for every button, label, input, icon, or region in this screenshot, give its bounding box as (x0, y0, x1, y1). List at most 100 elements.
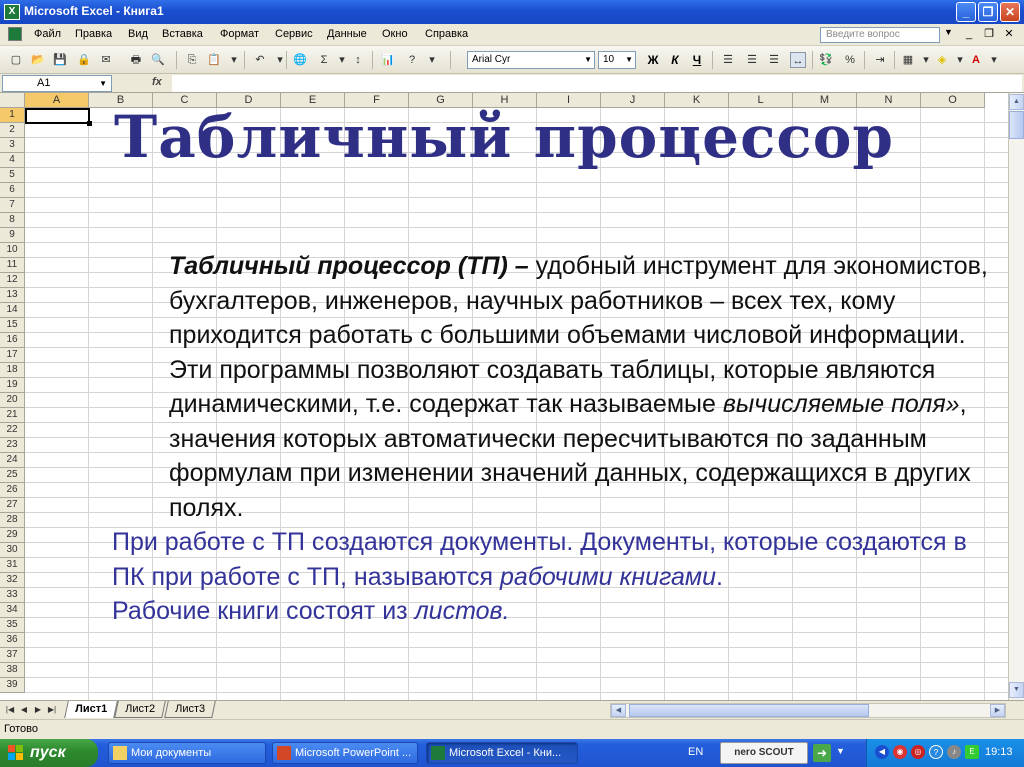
row-header[interactable]: 35 (0, 618, 25, 633)
row-header[interactable]: 28 (0, 513, 25, 528)
row-header[interactable]: 34 (0, 603, 25, 618)
row-header[interactable]: 26 (0, 483, 25, 498)
row-header[interactable]: 20 (0, 393, 25, 408)
workbook-restore-button[interactable]: ❐ (980, 26, 998, 43)
chevron-down-icon[interactable]: ▼ (836, 746, 845, 756)
print-icon[interactable]: 🖶 (128, 52, 144, 68)
chart-wizard-icon[interactable]: 📊 (380, 52, 396, 68)
insert-function-icon[interactable]: fx (152, 76, 162, 88)
scroll-thumb[interactable] (1009, 111, 1024, 139)
merge-center-icon[interactable]: ↔ (790, 52, 806, 68)
scroll-down-icon[interactable]: ▼ (1009, 682, 1024, 698)
row-header[interactable]: 14 (0, 303, 25, 318)
menu-file[interactable]: Файл (34, 28, 61, 40)
row-header[interactable]: 9 (0, 228, 25, 243)
worksheet[interactable]: ABCDEFGHIJKLMNO 1 2 3 4 5 6 7 8 9 10 11 12 13 14 15 16 1… (0, 93, 1008, 700)
font-size-select[interactable]: 10 ▼ (598, 51, 636, 69)
name-box[interactable]: A1 ▼ (2, 75, 112, 92)
row-header[interactable]: 29 (0, 528, 25, 543)
chevron-down-icon[interactable]: ▼ (584, 52, 592, 68)
workbook-icon[interactable] (8, 27, 22, 41)
increase-indent-icon[interactable]: ⇥ (872, 52, 888, 68)
row-header[interactable]: 21 (0, 408, 25, 423)
start-button[interactable]: пуск (0, 739, 98, 767)
underline-button[interactable]: Ч (688, 51, 706, 69)
row-header[interactable]: 13 (0, 288, 25, 303)
borders-icon[interactable]: ▦ (900, 52, 916, 68)
chevron-down-icon[interactable]: ▾ (226, 52, 242, 68)
row-header[interactable]: 25 (0, 468, 25, 483)
sheet-tab-3[interactable]: Лист3 (164, 701, 216, 718)
next-sheet-icon[interactable]: ▶ (32, 704, 44, 716)
scroll-up-icon[interactable]: ▲ (1009, 94, 1024, 110)
fill-color-icon[interactable]: ◈ (934, 52, 950, 68)
antivirus-icon[interactable]: ◉ (893, 745, 907, 759)
row-header[interactable]: 22 (0, 423, 25, 438)
task-powerpoint[interactable]: Microsoft PowerPoint ... (272, 742, 418, 764)
row-header[interactable]: 6 (0, 183, 25, 198)
menu-format[interactable]: Формат (220, 28, 259, 40)
row-header[interactable]: 31 (0, 558, 25, 573)
menu-window[interactable]: Окно (382, 28, 408, 40)
nero-scout-search[interactable]: nero SCOUT (720, 742, 808, 764)
scroll-left-icon[interactable]: ◀ (611, 704, 626, 717)
scroll-thumb[interactable] (629, 704, 869, 717)
print-preview-icon[interactable]: 🔍 (150, 52, 166, 68)
formula-input[interactable] (172, 75, 1022, 92)
undo-icon[interactable]: ↶ (252, 52, 268, 68)
menu-data[interactable]: Данные (327, 28, 367, 40)
ask-question-input[interactable]: Введите вопрос (820, 27, 940, 43)
chevron-down-icon[interactable]: ▼ (99, 76, 107, 91)
menu-insert[interactable]: Вставка (162, 28, 203, 40)
first-sheet-icon[interactable]: |◀ (4, 704, 16, 716)
menu-tools[interactable]: Сервис (275, 28, 313, 40)
menu-help[interactable]: Справка (425, 28, 468, 40)
row-header[interactable]: 30 (0, 543, 25, 558)
row-header[interactable]: 33 (0, 588, 25, 603)
language-indicator[interactable]: EN (688, 746, 703, 758)
task-excel[interactable]: Microsoft Excel - Кни... (426, 742, 578, 764)
workbook-minimize-button[interactable]: _ (960, 26, 978, 43)
copy-icon[interactable]: ⎘ (184, 52, 200, 68)
percent-button[interactable]: % (842, 52, 858, 68)
workbook-close-button[interactable]: ✕ (1000, 26, 1018, 43)
row-header[interactable]: 7 (0, 198, 25, 213)
chevron-down-icon[interactable]: ▾ (334, 52, 350, 68)
menu-edit[interactable]: Правка (75, 28, 112, 40)
row-header[interactable]: 16 (0, 333, 25, 348)
vertical-scrollbar[interactable]: ▲ ▼ (1008, 93, 1024, 700)
font-name-select[interactable]: Arial Cyr ▼ (467, 51, 595, 69)
row-header[interactable]: 19 (0, 378, 25, 393)
save-icon[interactable]: 💾 (52, 52, 68, 68)
chevron-down-icon[interactable]: ▾ (986, 52, 1002, 68)
chevron-down-icon[interactable]: ▾ (952, 52, 968, 68)
autosum-icon[interactable]: Σ (316, 52, 332, 68)
row-header[interactable]: 18 (0, 363, 25, 378)
go-arrow-icon[interactable]: ➜ (813, 744, 831, 762)
align-center-icon[interactable]: ☰ (744, 52, 760, 68)
email-icon[interactable]: ✉ (98, 52, 114, 68)
chevron-down-icon[interactable]: ▾ (918, 52, 934, 68)
row-header[interactable]: 39 (0, 678, 25, 693)
row-header[interactable]: 15 (0, 318, 25, 333)
paste-icon[interactable]: 📋 (206, 52, 222, 68)
scroll-right-icon[interactable]: ▶ (990, 704, 1005, 717)
task-my-documents[interactable]: Мои документы (108, 742, 266, 764)
help-icon[interactable]: ? (404, 52, 420, 68)
permission-icon[interactable]: 🔒 (76, 52, 92, 68)
chevron-down-icon[interactable]: ▼ (625, 52, 633, 68)
sort-ascending-icon[interactable]: ↕ (350, 52, 366, 68)
currency-icon[interactable]: 💱 (818, 52, 834, 68)
row-header[interactable]: 8 (0, 213, 25, 228)
row-header[interactable]: 38 (0, 663, 25, 678)
row-header[interactable]: 23 (0, 438, 25, 453)
menu-view[interactable]: Вид (128, 28, 148, 40)
bold-button[interactable]: Ж (644, 51, 662, 69)
new-icon[interactable]: ▢ (8, 52, 24, 68)
row-header[interactable]: 10 (0, 243, 25, 258)
close-button[interactable]: ✕ (1000, 2, 1020, 22)
maximize-button[interactable]: ❐ (978, 2, 998, 22)
open-icon[interactable]: 📂 (30, 52, 46, 68)
prev-sheet-icon[interactable]: ◀ (18, 704, 30, 716)
row-header[interactable]: 27 (0, 498, 25, 513)
